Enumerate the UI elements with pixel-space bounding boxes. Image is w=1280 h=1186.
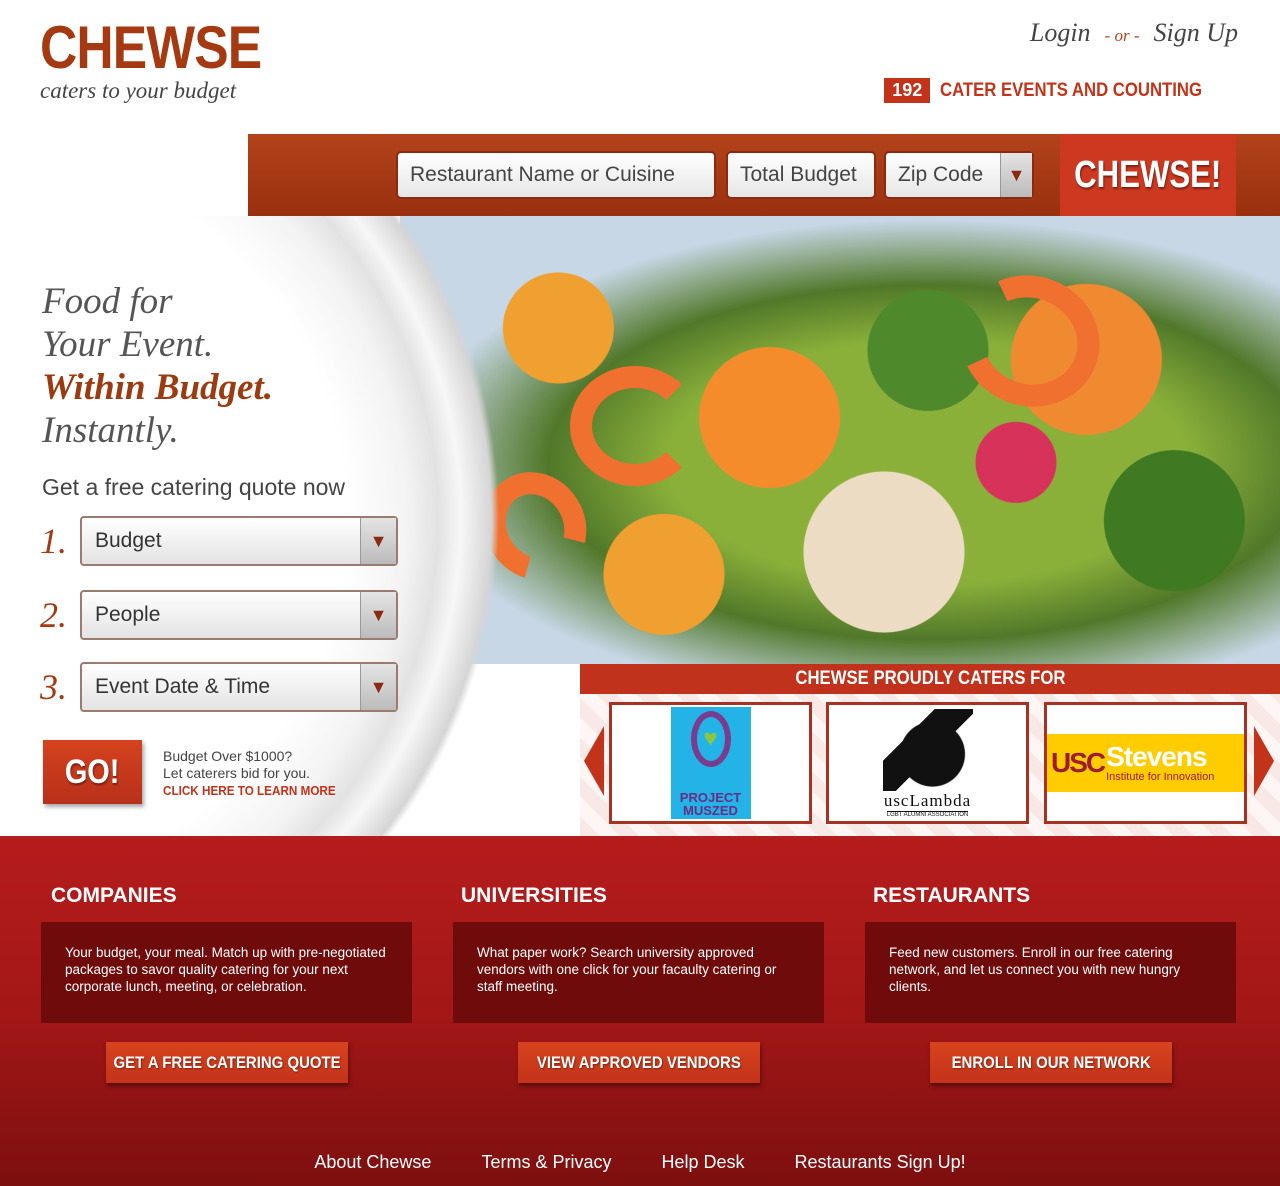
- select-value: People: [95, 603, 161, 626]
- triangle-down-icon: ▼: [360, 592, 396, 638]
- people-select[interactable]: People ▼: [80, 590, 398, 640]
- footer-link-restaurant-signup[interactable]: Restaurants Sign Up!: [795, 1152, 966, 1173]
- footer-link-terms[interactable]: Terms & Privacy: [481, 1152, 611, 1173]
- bid-line-1: Budget Over $1000?: [163, 748, 293, 764]
- usc-lambda-logo: uscLambda LGBT ALUMNI ASSOCIATION: [882, 708, 973, 818]
- select-value: Event Date & Time: [95, 675, 271, 698]
- footer-link-help[interactable]: Help Desk: [661, 1152, 744, 1173]
- search-bar: Restaurant Name or Cuisine Total Budget …: [248, 134, 1280, 216]
- universities-title: UNIVERSITIES: [461, 884, 607, 907]
- step-number: 1.: [40, 521, 67, 561]
- quote-title: Get a free catering quote now: [42, 474, 346, 500]
- counter-label: CATER EVENTS AND COUNTING: [940, 79, 1203, 101]
- bid-info: Budget Over $1000? Let caterers bid for …: [163, 748, 355, 799]
- bid-line-2: Let caterers bid for you.: [163, 765, 311, 781]
- restaurants-title: RESTAURANTS: [873, 884, 1031, 907]
- button-label: VIEW APPROVED VENDORS: [537, 1052, 741, 1072]
- auth-separator: - or -: [1104, 26, 1140, 45]
- partner-name-right: Stevens: [1106, 741, 1207, 772]
- counter-number: 192: [884, 78, 931, 103]
- budget-input[interactable]: Total Budget: [726, 151, 876, 199]
- input-placeholder: Restaurant Name or Cuisine: [410, 163, 675, 186]
- signup-link[interactable]: Sign Up: [1154, 18, 1239, 48]
- button-label: ENROLL IN OUR NETWORK: [951, 1052, 1151, 1072]
- events-counter: 192 CATER EVENTS AND COUNTING: [884, 78, 1238, 103]
- select-value: Budget: [95, 529, 162, 552]
- enroll-network-button[interactable]: ENROLL IN OUR NETWORK: [930, 1042, 1172, 1083]
- headline-line-4: Instantly.: [42, 410, 179, 451]
- companies-title: COMPANIES: [51, 884, 177, 907]
- login-link[interactable]: Login: [1030, 18, 1091, 48]
- zip-code-select[interactable]: Zip Code ▼: [884, 151, 1034, 199]
- triangle-down-icon: ▼: [1000, 153, 1032, 197]
- arrow-right-icon[interactable]: [1254, 726, 1274, 796]
- input-placeholder: Total Budget: [740, 163, 857, 186]
- partner-name-left: USC: [1051, 747, 1106, 778]
- triangle-down-icon: ▼: [360, 518, 396, 564]
- arrow-left-icon[interactable]: [584, 726, 604, 796]
- partner-subtitle: LGBT ALUMNI ASSOCIATION: [886, 810, 969, 818]
- footer-link-about[interactable]: About Chewse: [314, 1152, 431, 1173]
- logo-tagline: caters to your budget: [40, 78, 237, 103]
- universities-description: What paper work? Search university appro…: [453, 922, 824, 1023]
- headline-line-1: Food for: [42, 281, 173, 322]
- partner-name: uscLambda: [883, 790, 972, 810]
- shrimp-shape: [941, 255, 1119, 427]
- input-placeholder: Zip Code: [898, 163, 984, 186]
- stevens-wordmark: Stevens Institute for Innovation: [1106, 741, 1215, 784]
- headline-line-3: Within Budget.: [42, 367, 273, 408]
- companies-description: Your budget, your meal. Match up with pr…: [41, 922, 412, 1023]
- audience-section: COMPANIES Your budget, your meal. Match …: [0, 836, 1280, 1186]
- caters-title-text: CHEWSE PROUDLY CATERS FOR: [794, 668, 1066, 689]
- hero-headline: Food for Your Event. Within Budget. Inst…: [42, 280, 273, 452]
- restaurant-search-input[interactable]: Restaurant Name or Cuisine: [396, 151, 716, 199]
- budget-select[interactable]: Budget ▼: [80, 516, 398, 566]
- partner-card[interactable]: USC Stevens Institute for Innovation: [1044, 702, 1247, 824]
- go-button-label: GO!: [65, 752, 120, 791]
- button-label: GET A FREE CATERING QUOTE: [113, 1052, 341, 1072]
- footer-links: About Chewse Terms & Privacy Help Desk R…: [0, 1152, 1280, 1173]
- headline-line-2: Your Event.: [42, 324, 214, 365]
- step-number: 2.: [40, 595, 67, 635]
- restaurants-description: Feed new customers. Enroll in our free c…: [865, 922, 1236, 1023]
- search-button-label: CHEWSE!: [1074, 153, 1222, 196]
- project-muszed-logo: ♥ PROJECT MUSZED: [670, 707, 751, 819]
- hero-section: Food for Your Event. Within Budget. Inst…: [0, 216, 1280, 836]
- triangle-down-icon: ▼: [360, 664, 396, 710]
- caters-title: CHEWSE PROUDLY CATERS FOR: [580, 664, 1280, 694]
- step-people: 2. People ▼: [40, 590, 398, 640]
- chewse-search-button[interactable]: CHEWSE!: [1060, 134, 1236, 216]
- logo-wordmark: CHEWSE: [40, 14, 262, 81]
- step-budget: 1. Budget ▼: [40, 516, 398, 566]
- free-quote-button[interactable]: GET A FREE CATERING QUOTE: [106, 1042, 348, 1083]
- approved-vendors-button[interactable]: VIEW APPROVED VENDORS: [518, 1042, 760, 1083]
- shrimp-shape: [570, 366, 700, 486]
- partner-subtitle: Institute for Innovation: [1106, 771, 1215, 783]
- auth-links: Login - or - Sign Up: [1030, 18, 1238, 48]
- logo[interactable]: CHEWSE caters to your budget: [40, 18, 297, 104]
- step-datetime: 3. Event Date & Time ▼: [40, 662, 398, 712]
- heart-clef-icon: ♥: [690, 711, 731, 767]
- partner-name: PROJECT MUSZED: [679, 790, 742, 818]
- go-button[interactable]: GO!: [43, 740, 142, 804]
- step-number: 3.: [40, 667, 67, 707]
- learn-more-link[interactable]: CLICK HERE TO LEARN MORE: [163, 782, 336, 799]
- usc-stevens-logo: USC Stevens Institute for Innovation: [1047, 734, 1244, 792]
- trojan-head-icon: [882, 708, 973, 791]
- partner-card[interactable]: uscLambda LGBT ALUMNI ASSOCIATION: [826, 702, 1029, 824]
- datetime-select[interactable]: Event Date & Time ▼: [80, 662, 398, 712]
- partner-card[interactable]: ♥ PROJECT MUSZED: [609, 702, 812, 824]
